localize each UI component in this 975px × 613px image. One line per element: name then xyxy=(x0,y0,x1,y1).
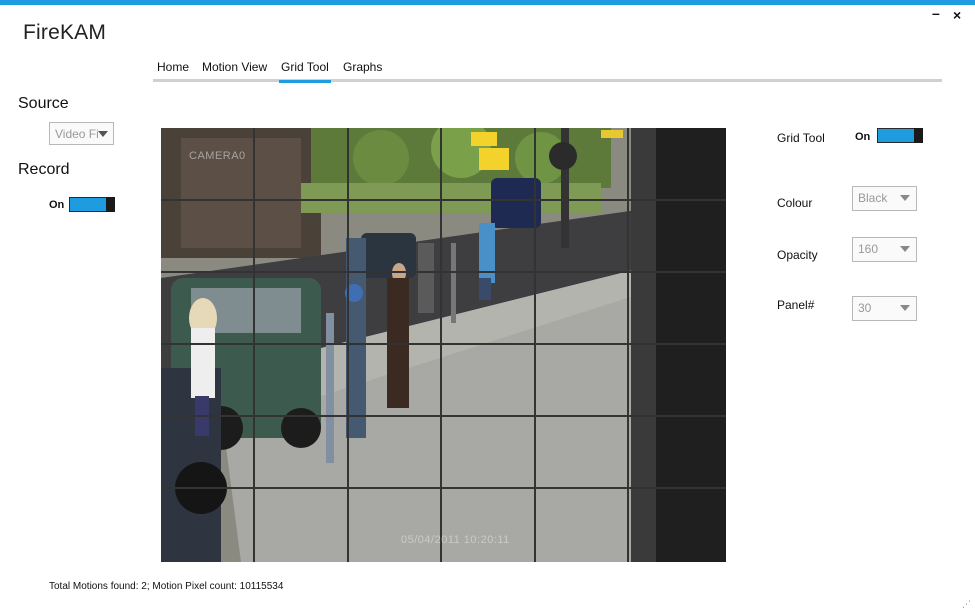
status-text: Total Motions found: 2; Motion Pixel cou… xyxy=(49,581,284,592)
tab-bar: Home Motion View Grid Tool Graphs xyxy=(153,58,942,83)
opacity-select-value: 160 xyxy=(858,242,879,256)
street-scene-image xyxy=(161,128,726,562)
chevron-down-icon xyxy=(900,195,910,201)
camera-overlay-text: CAMERA0 xyxy=(189,150,246,162)
resize-grip-icon[interactable]: ⋰ xyxy=(962,600,971,609)
app-title: FireKAM xyxy=(23,21,107,44)
grid-tool-label: Grid Tool xyxy=(777,131,825,145)
video-preview: CAMERA0 05/04/2011 10:20:11 xyxy=(161,128,726,562)
panel-number-select-value: 30 xyxy=(858,301,872,315)
tab-grid-tool[interactable]: Grid Tool xyxy=(279,60,331,83)
colour-label: Colour xyxy=(777,196,813,210)
source-select-value: Video Fi xyxy=(55,127,99,141)
tab-motion-view[interactable]: Motion View xyxy=(202,60,267,79)
source-label: Source xyxy=(18,95,69,112)
toggle-thumb xyxy=(106,197,115,212)
tab-home[interactable]: Home xyxy=(157,60,189,79)
opacity-select[interactable]: 160 xyxy=(852,237,917,262)
close-icon[interactable]: × xyxy=(953,8,961,22)
timestamp-overlay-text: 05/04/2011 10:20:11 xyxy=(401,534,510,546)
grid-tool-toggle[interactable] xyxy=(877,128,923,143)
grid-tool-toggle-label: On xyxy=(855,131,871,143)
opacity-label: Opacity xyxy=(777,248,818,262)
tab-graphs[interactable]: Graphs xyxy=(343,60,382,79)
panel-number-label: Panel# xyxy=(777,298,815,312)
record-toggle-label: On xyxy=(49,199,65,211)
panel-number-select[interactable]: 30 xyxy=(852,296,917,321)
record-label: Record xyxy=(18,161,70,178)
colour-select-value: Black xyxy=(858,191,888,205)
colour-select[interactable]: Black xyxy=(852,186,917,211)
minimize-icon[interactable]: – xyxy=(932,6,940,20)
chevron-down-icon xyxy=(900,305,910,311)
source-select[interactable]: Video Fi xyxy=(49,122,114,145)
chevron-down-icon xyxy=(98,131,108,137)
chevron-down-icon xyxy=(900,246,910,252)
toggle-thumb xyxy=(914,128,923,143)
record-toggle[interactable] xyxy=(69,197,115,212)
window-accent-bar xyxy=(0,0,975,5)
